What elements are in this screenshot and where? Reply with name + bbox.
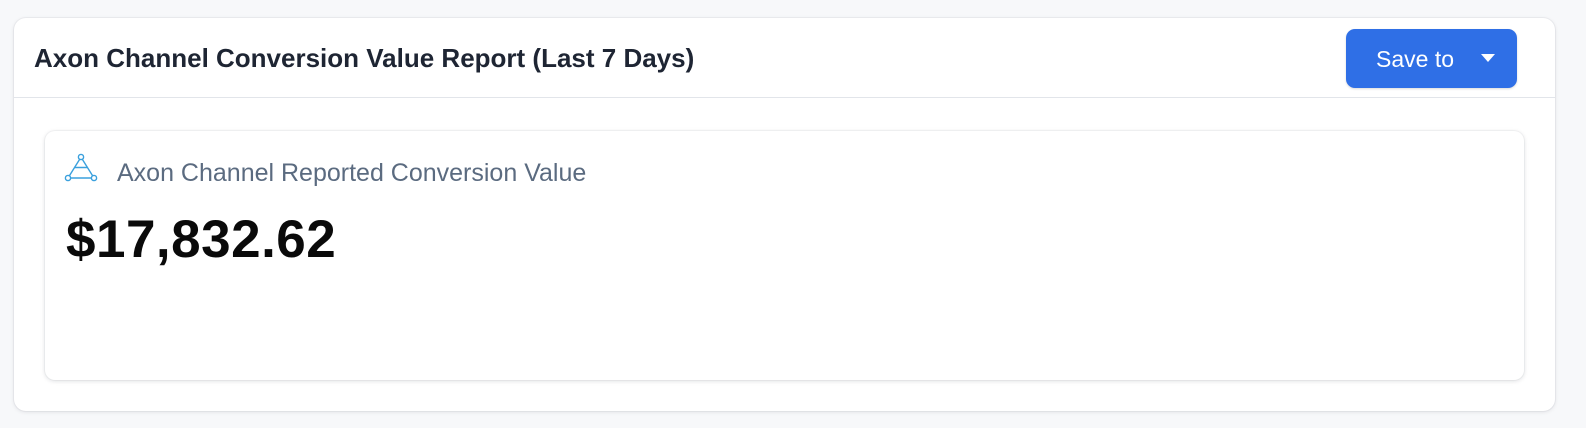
axon-logo-icon <box>64 153 98 182</box>
report-panel: Axon Channel Conversion Value Report (La… <box>14 18 1555 411</box>
report-header: Axon Channel Conversion Value Report (La… <box>14 18 1555 98</box>
save-to-button[interactable]: Save to <box>1346 29 1517 88</box>
metric-card: Axon Channel Reported Conversion Value $… <box>45 131 1524 380</box>
caret-down-icon <box>1481 54 1495 62</box>
save-to-label: Save to <box>1376 46 1454 72</box>
metric-label: Axon Channel Reported Conversion Value <box>117 159 587 187</box>
report-title: Axon Channel Conversion Value Report (La… <box>34 43 695 73</box>
metric-value: $17,832.62 <box>66 210 337 269</box>
